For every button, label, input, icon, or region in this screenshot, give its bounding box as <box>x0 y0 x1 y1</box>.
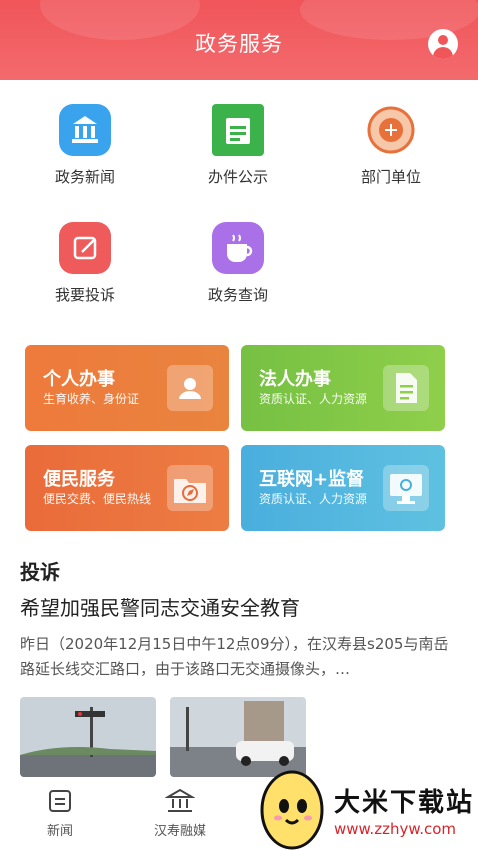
tab-news[interactable]: 新闻 <box>20 788 100 839</box>
card-subtitle: 生育收养、身份证 <box>43 392 140 406</box>
card-legal[interactable]: 法人办事 资质认证、人力资源 <box>241 345 445 431</box>
card-convenience[interactable]: 便民服务 便民交费、便民热线 <box>25 445 229 531</box>
news-icon <box>20 788 100 814</box>
news-summary[interactable]: 昨日（2020年12月15日中午12点09分），在汉寿县s205与南岳路延长线交… <box>20 632 460 682</box>
tab-label: 汉寿融媒 <box>153 824 206 839</box>
grid-label: 办件公示 <box>207 168 268 186</box>
grid-label: 部门单位 <box>360 168 421 186</box>
card-subtitle: 资质认证、人力资源 <box>259 392 368 406</box>
card-title: 便民服务 <box>43 469 115 490</box>
grid-item-complaint[interactable]: 我要投诉 <box>25 222 145 305</box>
rice-logo-icon <box>258 768 330 850</box>
section-title: 投诉 <box>20 560 60 584</box>
monitor-icon <box>383 465 429 511</box>
grid-item-departments[interactable]: 部门单位 <box>331 104 451 187</box>
page-title: 政务服务 <box>195 32 283 56</box>
news-title[interactable]: 希望加强民警同志交通安全教育 <box>20 592 300 621</box>
card-title: 法人办事 <box>259 369 331 390</box>
user-icon[interactable] <box>428 29 458 59</box>
bank-icon <box>59 104 111 156</box>
cup-icon <box>212 222 264 274</box>
file-icon <box>383 365 429 411</box>
grid-label: 我要投诉 <box>54 286 115 304</box>
news-image[interactable] <box>170 697 306 777</box>
site-watermark: 大米下载站 www.zzhyw.com <box>258 768 478 850</box>
tab-label: 新闻 <box>46 824 73 839</box>
watermark-url: www.zzhyw.com <box>334 820 457 838</box>
grid-item-query[interactable]: 政务查询 <box>178 222 298 305</box>
grid-label: 政务查询 <box>207 286 268 304</box>
folder-compass-icon <box>167 465 213 511</box>
tab-hanshou-media[interactable]: 汉寿融媒 <box>140 788 220 839</box>
card-title: 互联网+监督 <box>259 469 365 490</box>
card-supervision[interactable]: 互联网+监督 资质认证、人力资源 <box>241 445 445 531</box>
news-image[interactable] <box>20 697 156 777</box>
card-subtitle: 便民交费、便民热线 <box>43 492 152 506</box>
card-personal[interactable]: 个人办事 生育收养、身份证 <box>25 345 229 431</box>
edit-icon <box>59 222 111 274</box>
card-title: 个人办事 <box>43 369 115 390</box>
emblem-icon <box>365 104 417 156</box>
institution-icon <box>140 788 220 814</box>
watermark-text: 大米下载站 <box>334 788 475 818</box>
document-icon <box>212 104 264 156</box>
app-header: 政务服务 <box>0 0 478 80</box>
card-subtitle: 资质认证、人力资源 <box>259 492 368 506</box>
grid-item-gov-news[interactable]: 政务新闻 <box>25 104 145 187</box>
grid-label: 政务新闻 <box>54 168 115 186</box>
id-card-icon <box>167 365 213 411</box>
grid-item-case-public[interactable]: 办件公示 <box>178 104 298 187</box>
